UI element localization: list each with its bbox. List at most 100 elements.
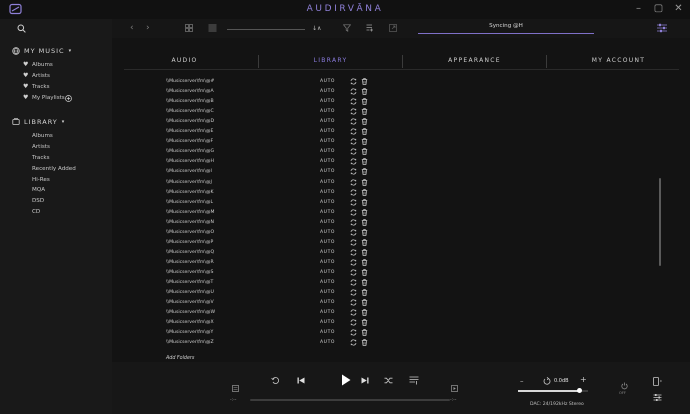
- library-cd[interactable]: CD: [32, 209, 40, 215]
- trash-icon[interactable]: [361, 299, 368, 306]
- folder-sync-mode[interactable]: AUTO: [320, 159, 335, 164]
- equalizer-settings-icon[interactable]: [656, 22, 668, 34]
- folder-sync-mode[interactable]: AUTO: [320, 220, 335, 225]
- volume-up-icon[interactable]: +: [580, 376, 587, 384]
- trash-icon[interactable]: [361, 269, 368, 276]
- plus-icon[interactable]: [65, 95, 72, 102]
- filter-icon[interactable]: [343, 24, 351, 32]
- play-icon[interactable]: [341, 374, 351, 386]
- folder-sync-mode[interactable]: AUTO: [320, 149, 335, 154]
- tab-audio[interactable]: AUDIO: [112, 57, 257, 64]
- library-header[interactable]: LIBRARY ▾: [12, 118, 65, 126]
- refresh-icon[interactable]: [350, 118, 357, 125]
- trash-icon[interactable]: [361, 208, 368, 216]
- my-music-header[interactable]: MY MUSIC ▾: [12, 47, 72, 55]
- library-hi-res[interactable]: Hi-Res: [32, 177, 50, 183]
- folder-sync-mode[interactable]: AUTO: [320, 260, 335, 265]
- trash-icon[interactable]: [361, 229, 368, 236]
- tab-appearance[interactable]: APPEARANCE: [403, 57, 546, 64]
- library-tracks[interactable]: Tracks: [32, 155, 50, 161]
- refresh-icon[interactable]: [350, 88, 357, 95]
- queue-icon[interactable]: [409, 376, 419, 385]
- trash-icon[interactable]: [361, 218, 368, 226]
- refresh-icon[interactable]: [350, 128, 357, 135]
- refresh-icon[interactable]: [350, 98, 357, 105]
- sort-toggle[interactable]: ↓∧: [312, 24, 321, 34]
- album-art-icon[interactable]: [232, 385, 239, 392]
- volume-slider-knob[interactable]: [577, 388, 583, 393]
- refresh-icon[interactable]: [350, 289, 357, 296]
- refresh-icon[interactable]: [350, 239, 357, 246]
- export-icon[interactable]: [389, 24, 397, 32]
- my-music-tracks[interactable]: Tracks: [32, 84, 50, 90]
- refresh-icon[interactable]: [350, 229, 357, 236]
- refresh-icon[interactable]: [350, 148, 357, 155]
- library-albums[interactable]: Albums: [32, 133, 53, 139]
- repeat-icon[interactable]: [271, 376, 280, 385]
- refresh-icon[interactable]: [350, 309, 357, 316]
- refresh-icon[interactable]: [350, 178, 357, 186]
- folder-sync-mode[interactable]: AUTO: [320, 190, 335, 195]
- folder-sync-mode[interactable]: AUTO: [320, 139, 335, 144]
- folder-sync-mode[interactable]: AUTO: [320, 129, 335, 134]
- tab-library[interactable]: LIBRARY: [259, 57, 402, 64]
- mixer-icon[interactable]: [653, 393, 662, 402]
- trash-icon[interactable]: [361, 259, 368, 266]
- folder-sync-mode[interactable]: AUTO: [320, 89, 335, 94]
- folder-sync-mode[interactable]: AUTO: [320, 240, 335, 245]
- trash-icon[interactable]: [361, 339, 368, 347]
- refresh-icon[interactable]: [350, 199, 357, 206]
- search-icon[interactable]: [17, 24, 26, 33]
- shuffle-icon[interactable]: [384, 377, 393, 384]
- refresh-icon[interactable]: [350, 339, 357, 346]
- library-mqa[interactable]: MQA: [32, 187, 45, 193]
- previous-icon[interactable]: [297, 377, 305, 384]
- trash-icon[interactable]: [361, 118, 368, 125]
- folder-sync-mode[interactable]: AUTO: [320, 320, 335, 325]
- trash-icon[interactable]: [361, 239, 368, 246]
- minimize-icon[interactable]: –: [632, 3, 645, 15]
- trash-icon[interactable]: [361, 78, 368, 85]
- add-folders-button[interactable]: Add Folders: [166, 356, 194, 361]
- refresh-icon[interactable]: [350, 189, 357, 196]
- my-music-albums[interactable]: Albums: [32, 62, 53, 68]
- folder-sync-mode[interactable]: AUTO: [320, 340, 335, 345]
- trash-icon[interactable]: [361, 188, 368, 196]
- next-icon[interactable]: [361, 377, 369, 384]
- folder-sync-mode[interactable]: AUTO: [320, 270, 335, 275]
- refresh-icon[interactable]: [350, 219, 357, 226]
- trash-icon[interactable]: [361, 319, 368, 326]
- back-icon[interactable]: ‹: [130, 23, 134, 33]
- folder-sync-mode[interactable]: AUTO: [320, 250, 335, 255]
- my-playlists[interactable]: My Playlists: [32, 95, 65, 101]
- grid-view-icon[interactable]: [185, 24, 193, 32]
- refresh-icon[interactable]: [350, 78, 357, 85]
- refresh-icon[interactable]: [350, 168, 357, 175]
- folder-sync-mode[interactable]: AUTO: [320, 310, 335, 315]
- playlist-add-icon[interactable]: [366, 24, 374, 32]
- trash-icon[interactable]: [361, 168, 368, 176]
- maximize-icon[interactable]: ▢: [652, 3, 665, 15]
- trash-icon[interactable]: [361, 138, 368, 146]
- trash-icon[interactable]: [361, 309, 368, 316]
- refresh-icon[interactable]: [350, 138, 357, 145]
- folder-sync-mode[interactable]: AUTO: [320, 330, 335, 335]
- library-artists[interactable]: Artists: [32, 144, 50, 150]
- folder-sync-mode[interactable]: AUTO: [320, 200, 335, 205]
- folder-sync-mode[interactable]: AUTO: [320, 119, 335, 124]
- refresh-icon[interactable]: [350, 329, 357, 336]
- folder-sync-mode[interactable]: AUTO: [320, 210, 335, 215]
- trash-icon[interactable]: [361, 178, 368, 186]
- folder-sync-mode[interactable]: AUTO: [320, 230, 335, 235]
- trash-icon[interactable]: [361, 279, 368, 286]
- folder-sync-mode[interactable]: AUTO: [320, 99, 335, 104]
- queue-panel-icon[interactable]: [451, 385, 458, 392]
- folder-sync-mode[interactable]: AUTO: [320, 169, 335, 174]
- folder-sync-mode[interactable]: AUTO: [320, 300, 335, 305]
- refresh-icon[interactable]: [350, 269, 357, 276]
- library-dsd[interactable]: DSD: [32, 198, 44, 204]
- volume-reset-icon[interactable]: [543, 377, 551, 385]
- volume-slider[interactable]: [518, 388, 588, 393]
- device-icon[interactable]: [653, 377, 662, 387]
- folder-sync-mode[interactable]: AUTO: [320, 180, 335, 185]
